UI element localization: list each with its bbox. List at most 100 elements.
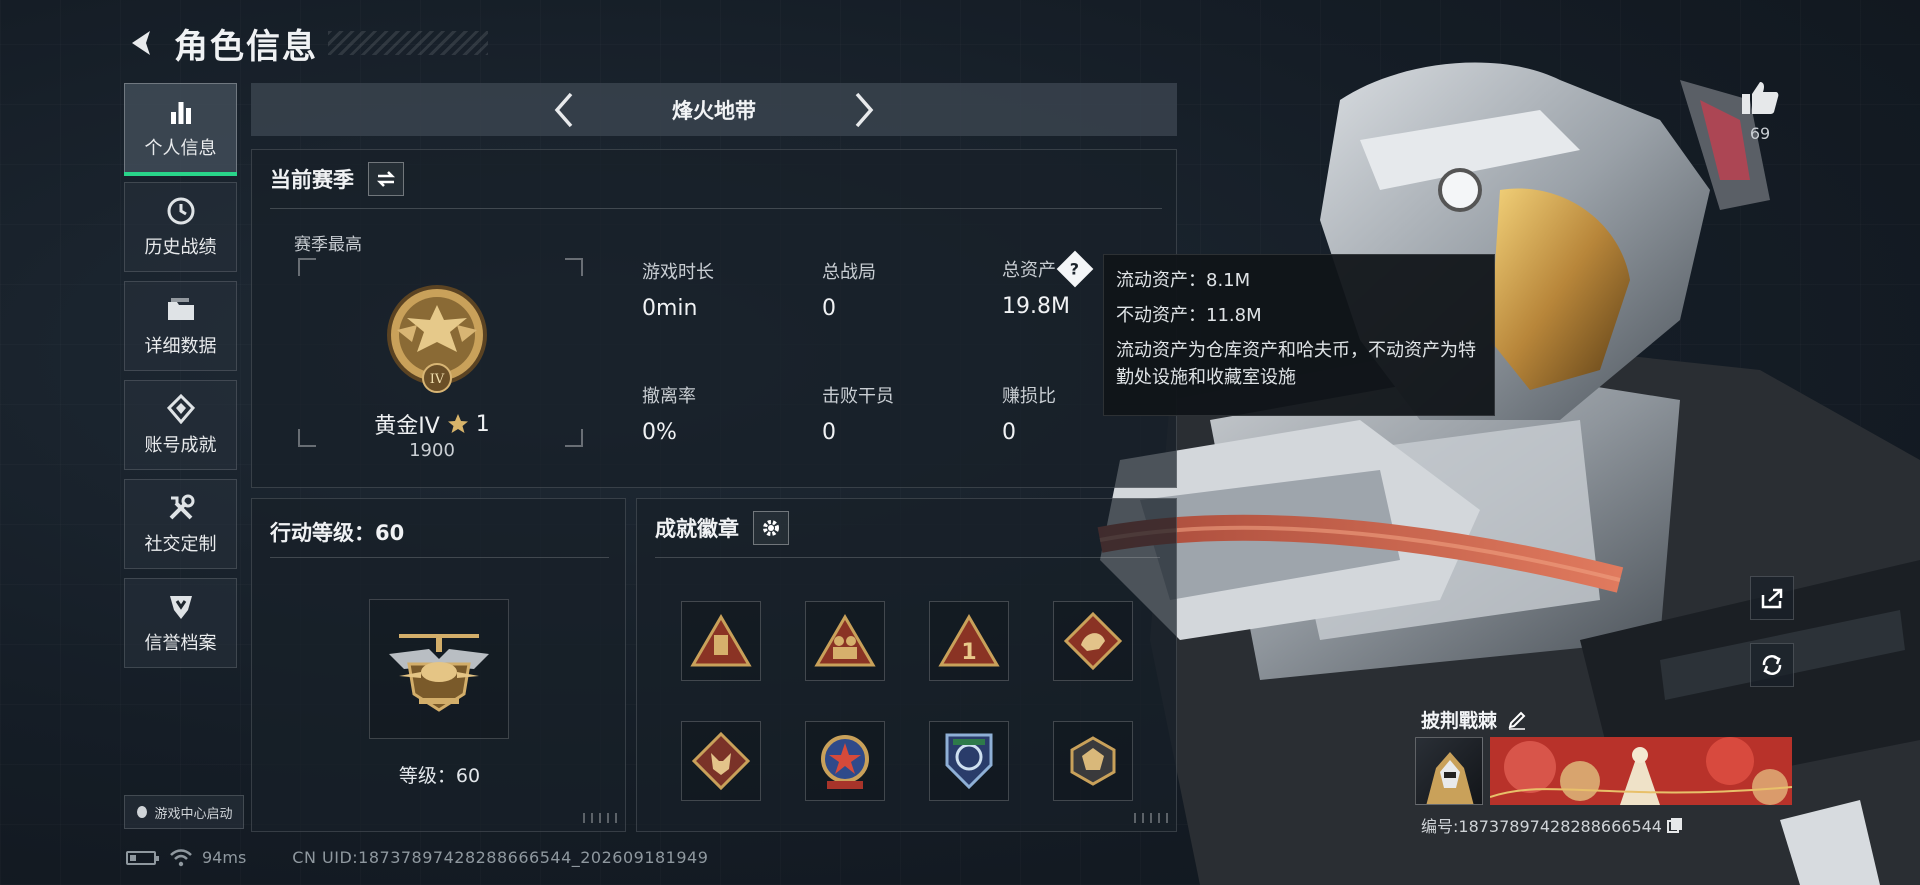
sidebar-item-achievements[interactable]: 账号成就 (124, 380, 237, 470)
achievement-title: 成就徽章 (655, 517, 739, 541)
rank-eagle-badge-icon: IV (387, 285, 487, 393)
share-icon (1761, 588, 1783, 609)
clock-icon (165, 195, 197, 227)
player-id: 编号:18737897428288666544 (1421, 817, 1662, 836)
shield-icon (165, 591, 197, 623)
level-caption: 等级：60 (398, 765, 481, 787)
stat-total-matches: 总战局 0 (822, 258, 992, 321)
refresh-icon (1762, 655, 1782, 675)
achievement-badges-panel: 成就徽章 1 (636, 498, 1177, 832)
stat-value: 0 (1002, 420, 1016, 445)
helicopter-badge-icon (389, 634, 489, 712)
player-name-row: 披荆戰棘 (1421, 706, 1527, 733)
number-one-medal-icon[interactable]: 1 (929, 601, 1009, 681)
soldiers-medal-icon[interactable] (805, 601, 885, 681)
stat-value: 0 (822, 296, 836, 321)
season-best-label: 赛季最高 (294, 235, 362, 255)
stat-value: 0min (642, 296, 698, 321)
swap-arrows-icon (376, 171, 396, 187)
sidebar-item-label: 详细数据 (144, 336, 217, 357)
sidebar-item-social[interactable]: 社交定制 (124, 479, 237, 569)
player-id-row: 编号:18737897428288666544 (1421, 813, 1684, 837)
help-icon[interactable]: ? (1056, 250, 1094, 288)
next-mode-chevron-right-icon[interactable] (844, 90, 884, 130)
uid-text: CN UID:18737897428288666544_202609181949 (292, 848, 709, 867)
achievement-header: 成就徽章 (655, 511, 789, 545)
ping-value: 94ms (202, 848, 247, 867)
title-decoration (328, 31, 488, 55)
wolf-medal-icon[interactable] (681, 721, 761, 801)
panel-decoration (1134, 813, 1168, 823)
like-count: 69 (1749, 124, 1771, 143)
wifi-icon (170, 848, 192, 866)
avatar[interactable] (1415, 737, 1483, 805)
status-bar: 94ms CN UID:18737897428288666544_2026091… (126, 848, 708, 867)
sidebar-item-detail-data[interactable]: 详细数据 (124, 281, 237, 371)
like-button[interactable]: 69 (1738, 80, 1782, 143)
mode-selector: 烽火地带 (251, 83, 1177, 136)
stat-label: 总战局 (822, 262, 876, 283)
back-arrow-icon[interactable] (124, 25, 160, 61)
page-title: 角色信息 (174, 26, 318, 67)
dragon-medal-icon[interactable] (1053, 601, 1133, 681)
season-panel: 当前赛季 赛季最高 IV 黄金IV 1 1900 游戏时长 0min 总战局 0 (251, 149, 1177, 488)
sidebar-item-label: 信誉档案 (144, 633, 217, 654)
level-title: 行动等级：60 (270, 521, 405, 545)
achievement-settings-button[interactable] (753, 511, 789, 545)
svg-text:IV: IV (430, 372, 445, 387)
bag-medal-icon[interactable] (681, 601, 761, 681)
star-icon (447, 414, 468, 433)
folder-icon (165, 294, 197, 326)
level-badge[interactable] (369, 599, 509, 739)
star-wreath-medal-icon[interactable] (805, 721, 885, 801)
sidebar-nav: 个人信息 历史战绩 详细数据 账号成就 社交定制 信誉档案 (124, 83, 238, 677)
tooltip-liquid-assets: 流动资产：8.1M (1116, 270, 1251, 291)
penguin-icon (137, 806, 148, 818)
stat-label: 撤离率 (642, 386, 696, 407)
divider (270, 557, 609, 558)
panel-decoration (583, 813, 617, 823)
sidebar-item-label: 历史战绩 (144, 237, 217, 258)
gem-medal-icon[interactable] (1053, 721, 1133, 801)
refresh-button[interactable] (1750, 643, 1794, 687)
action-level-panel: 行动等级：60 等级：60 (251, 498, 626, 832)
rank-stars: 1 (475, 411, 490, 437)
edit-pencil-icon[interactable] (1507, 710, 1527, 730)
sidebar-item-credit[interactable]: 信誉档案 (124, 578, 237, 668)
level-header: 行动等级：60 (270, 511, 404, 547)
share-button[interactable] (1750, 576, 1794, 620)
stat-value: 0% (642, 420, 677, 445)
prev-mode-chevron-left-icon[interactable] (544, 90, 584, 130)
page-header: 角色信息 (124, 18, 488, 68)
sidebar-item-label: 社交定制 (144, 534, 217, 555)
stat-play-time: 游戏时长 0min (642, 258, 812, 321)
achievement-icon (165, 393, 197, 425)
switch-season-button[interactable] (368, 162, 404, 196)
sidebar-item-personal-info[interactable]: 个人信息 (124, 83, 237, 176)
stat-label: 击败干员 (822, 386, 894, 407)
rank-score: 1900 (409, 440, 455, 461)
sidebar-item-label: 账号成就 (144, 435, 217, 456)
copy-icon[interactable] (1666, 816, 1684, 834)
divider (270, 208, 1162, 209)
assets-tooltip: 流动资产：8.1M 不动资产：11.8M 流动资产为仓库资产和哈夫币，不动资产为… (1103, 254, 1495, 416)
rank-name: 黄金IV (374, 414, 440, 439)
battery-icon (126, 850, 159, 865)
season-header: 当前赛季 (270, 162, 404, 196)
arrows-shield-medal-icon[interactable] (929, 721, 1009, 801)
sidebar-item-history[interactable]: 历史战绩 (124, 182, 237, 272)
name-card-banner[interactable] (1490, 737, 1792, 805)
tooltip-fixed-assets: 不动资产：11.8M (1116, 304, 1262, 326)
divider (655, 557, 1160, 558)
mode-title: 烽火地带 (672, 98, 756, 123)
game-center-label: 游戏中心启动 (154, 806, 233, 822)
season-title: 当前赛季 (270, 168, 354, 192)
thumbs-up-icon (1742, 82, 1779, 114)
gear-icon (763, 520, 779, 536)
stat-label: 游戏时长 (642, 262, 714, 283)
sidebar-item-label: 个人信息 (144, 138, 217, 159)
stat-value: 0 (822, 420, 836, 445)
tooltip-description: 流动资产为仓库资产和哈夫币，不动资产为特勤处设施和收藏室设施 (1116, 339, 1476, 389)
rank-name-row: 黄金IV 1 (252, 408, 612, 440)
game-center-launch-button[interactable]: 游戏中心启动 (124, 795, 244, 829)
